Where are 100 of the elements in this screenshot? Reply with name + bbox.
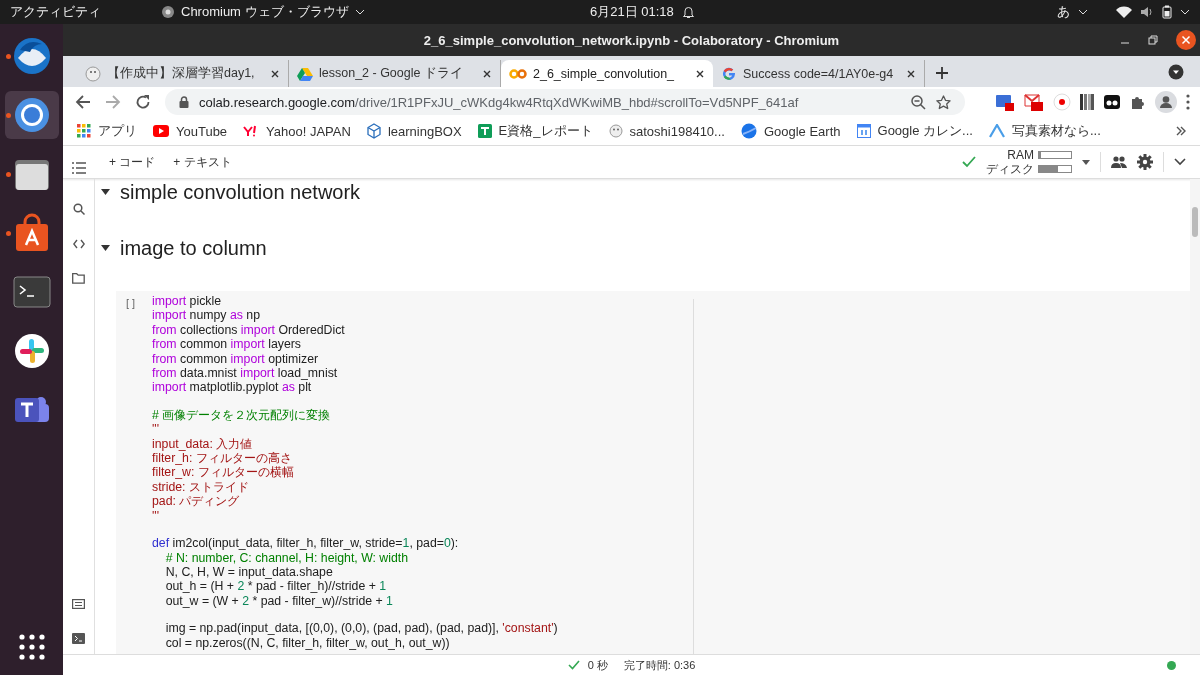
app-grid-icon[interactable] — [17, 633, 46, 661]
back-icon[interactable] — [75, 94, 91, 110]
profile-icon[interactable] — [1155, 91, 1177, 113]
code-line: stride: ストライド — [152, 479, 250, 495]
close-icon[interactable] — [906, 68, 916, 79]
chevron-down-icon — [354, 9, 365, 15]
window-title: 2_6_simple_convolution_network.ipynb - Colaboratory - Chromium — [423, 32, 840, 48]
new-tab-icon[interactable] — [935, 66, 949, 80]
calendar-icon — [856, 124, 871, 138]
chevron-down-icon — [1180, 9, 1190, 15]
close-icon[interactable] — [270, 68, 280, 79]
cube-icon — [366, 123, 381, 139]
bird-icon — [85, 65, 101, 82]
code-icon[interactable] — [72, 239, 85, 249]
search-icon[interactable] — [72, 203, 85, 215]
code-line: img = np.pad(input_data, [(0,0), (0,0), (pad, pad), (pad, pad)], 'constant') — [164, 621, 559, 636]
close-icon[interactable] — [695, 68, 705, 79]
close-icon[interactable] — [1176, 30, 1196, 50]
mail-icon[interactable] — [1024, 92, 1044, 112]
code-line: import pickle — [152, 294, 223, 309]
code-line: filter_w: フィルターの横幅 — [152, 465, 295, 480]
bookmark[interactable]: satoshi198410... — [608, 123, 725, 139]
activities-button[interactable]: アクティビティ — [10, 3, 101, 21]
bookmark[interactable]: learningBOX — [366, 123, 462, 139]
terminal-icon[interactable] — [72, 633, 85, 644]
puzzle-icon[interactable] — [1130, 94, 1146, 110]
drive-icon — [297, 66, 313, 81]
code-line: def im2col(input_data, filter_h, filter_w, stride=1, pad=0): — [152, 536, 460, 551]
close-icon[interactable] — [482, 68, 492, 79]
code-line: out_h = (H + 2 * pad - filter_h)//stride + 1 — [164, 579, 388, 594]
collapse-caret-icon[interactable] — [101, 245, 110, 251]
add-code-button[interactable]: + コード — [105, 151, 160, 173]
bookmark[interactable]: E資格_レポート — [477, 122, 593, 140]
collapse-icon[interactable] — [1174, 158, 1186, 166]
apps-grid-icon — [77, 124, 91, 138]
bookmark[interactable]: Google Earth — [740, 123, 841, 139]
code-line: # 画像データを２次元配列に変換 — [152, 407, 332, 423]
input-method[interactable]: あ — [1057, 3, 1070, 21]
people-icon[interactable] — [1111, 156, 1127, 168]
bird-globe-icon — [11, 36, 52, 76]
bookmark[interactable]: Yahoo! JAPAN — [243, 123, 351, 139]
volume-icon — [1140, 6, 1154, 18]
zoom-out-icon[interactable] — [911, 94, 926, 110]
ram-label: RAM — [1006, 148, 1034, 162]
code-line: ''' — [152, 508, 161, 524]
globe-icon — [740, 123, 757, 139]
bookmark[interactable]: アプリ — [77, 122, 137, 140]
code-line: # N: number, C: channel, H: height, W: width — [164, 550, 410, 565]
scrollbar-thumb[interactable] — [1192, 207, 1198, 237]
address-bar[interactable]: colab.research.google.com/drive/1R1PFxJU_cWKdg4kw4RtqXdWKwiMB_hbd#scrollTo=Vd5NPF_641af — [165, 89, 965, 115]
record-icon[interactable] — [1053, 93, 1071, 111]
sheet-icon — [477, 124, 492, 138]
calendar-icon[interactable] — [995, 92, 1015, 112]
lock-icon — [179, 96, 189, 108]
reload-icon[interactable] — [135, 94, 151, 110]
battery-icon — [1162, 5, 1172, 19]
keyboard-icon[interactable] — [72, 599, 85, 609]
url-text: colab.research.google.com/drive/1R1PFxJU_cWKdg4kw4RtqXdWKwiMB_hbd#scrollTo=Vd5NPF_641af — [199, 94, 799, 110]
code-line: ''' — [152, 422, 161, 437]
bookmark[interactable]: YouTube — [153, 123, 228, 139]
settings-icon[interactable] — [1137, 154, 1153, 170]
code-cell[interactable] — [116, 291, 1190, 654]
folder-icon[interactable] — [72, 273, 85, 284]
add-text-button[interactable]: + テキスト — [169, 151, 236, 173]
bookmark[interactable]: Google カレン... — [856, 122, 973, 140]
dock-item[interactable] — [4, 91, 59, 139]
menu-icon[interactable] — [1186, 94, 1190, 110]
code-line: import matplotlib.pyplot as plt — [152, 380, 313, 395]
gradient-bar-icon[interactable] — [1080, 93, 1094, 111]
browser-tab[interactable]: Success code=4/1AY0e-g4 — [713, 60, 925, 87]
code-line: import numpy as np — [152, 308, 262, 323]
table-of-contents-icon[interactable] — [72, 162, 86, 174]
google-icon — [721, 65, 737, 82]
eyes-icon[interactable] — [1103, 93, 1121, 111]
run-indicator[interactable]: [ ] — [126, 297, 152, 654]
restore-icon[interactable] — [1148, 35, 1158, 45]
star-icon[interactable] — [936, 94, 951, 110]
browser-icon — [161, 5, 175, 19]
clock[interactable]: 6月21日 01:18 — [590, 3, 674, 21]
browser-tab[interactable]: lesson_2 - Google ドライ — [289, 60, 501, 87]
code-line: from data.mnist import load_mnist — [152, 366, 339, 381]
play-icon — [153, 125, 169, 137]
elapsed-time: 0 秒 — [587, 657, 608, 673]
browser-tab[interactable]: 2_6_simple_convolution_ — [501, 60, 713, 87]
bookmark[interactable]: 写真素材なら... — [988, 122, 1101, 140]
tab-search-icon[interactable] — [1168, 64, 1184, 80]
section-heading: image to column — [120, 236, 267, 260]
disk-meter — [1038, 165, 1072, 173]
wifi-icon — [1116, 6, 1132, 18]
collapse-caret-icon[interactable] — [101, 189, 110, 195]
more-bookmarks-icon[interactable] — [1176, 126, 1186, 136]
completion-time: 完了時間: 0:36 — [623, 657, 696, 673]
code-line: filter_h: フィルターの高さ — [152, 451, 293, 466]
dropdown-caret-icon[interactable] — [1082, 159, 1090, 165]
ram-meter — [1038, 151, 1072, 159]
disk-label: ディスク — [986, 162, 1034, 176]
browser-tab[interactable]: 【作成中】深層学習day1, — [77, 60, 289, 87]
check-icon — [567, 660, 580, 670]
app-menu[interactable]: Chromium ウェブ・ブラウザ — [181, 3, 349, 21]
section-heading: simple convolution network — [120, 180, 361, 204]
